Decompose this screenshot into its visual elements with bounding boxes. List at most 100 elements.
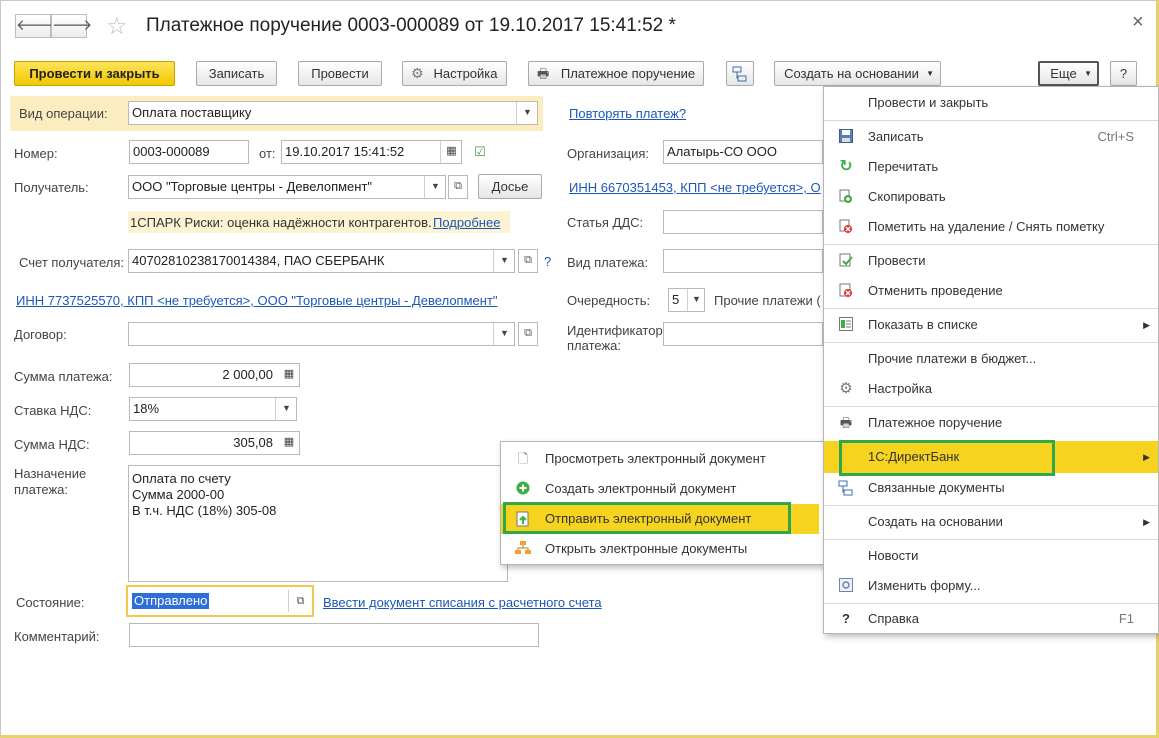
number-field[interactable]: 0003-000089 <box>129 140 249 164</box>
menu-item-label: Новости <box>868 548 919 563</box>
menu-item-label: Изменить форму... <box>868 578 981 593</box>
open-state-icon[interactable]: ⧉ <box>288 590 312 612</box>
payment-type-label: Вид платежа: <box>567 255 649 270</box>
repeat-payment-link[interactable]: Повторять платеж? <box>569 106 686 121</box>
printer-icon: 🖶 <box>537 66 550 81</box>
write-off-document-link[interactable]: Ввести документ списания с расчетного сч… <box>323 595 602 610</box>
vat-amount-field[interactable]: 305,08 ▦ <box>129 431 300 455</box>
recipient-account-select[interactable]: 40702810238170014384, ПАО СБЕРБАНК ▼ <box>128 249 515 273</box>
chevron-down-icon[interactable]: ▼ <box>493 250 514 272</box>
chevron-down-icon[interactable]: ▼ <box>493 323 514 345</box>
menu-item-view-edoc[interactable]: 🗋 Просмотреть электронный документ <box>501 444 825 474</box>
budget-payments-text: Прочие платежи ( <box>714 293 821 308</box>
state-field[interactable]: Отправлено ⧉ <box>126 585 314 617</box>
priority-select[interactable]: 5 ▼ <box>668 288 705 312</box>
favorite-star-icon[interactable]: ☆ <box>106 12 128 41</box>
post-and-close-button[interactable]: Провести и закрыть <box>14 61 175 86</box>
structure-icon <box>838 480 854 496</box>
date-value: 19.10.2017 15:41:52 <box>285 144 405 159</box>
vat-rate-value: 18% <box>133 401 160 416</box>
purpose-textarea[interactable]: Оплата по счету Сумма 2000-00 В т.ч. НДС… <box>128 465 508 582</box>
structure-button[interactable] <box>726 61 754 86</box>
menu-item-label: Провести и закрыть <box>868 95 989 110</box>
contract-select[interactable]: ▼ <box>128 322 515 346</box>
back-button[interactable]: 🡐 <box>15 14 56 38</box>
recipient-value: ООО "Торговые центры - Девелопмент" <box>132 179 373 194</box>
menu-item-label: Открыть электронные документы <box>545 541 748 556</box>
menu-item-post-close[interactable]: Провести и закрыть <box>824 88 1158 118</box>
payment-type-field[interactable] <box>663 249 823 273</box>
menu-item-news[interactable]: Новости <box>824 541 1158 571</box>
calculator-icon[interactable]: ▦ <box>278 364 299 386</box>
menu-item-create-edoc[interactable]: Создать электронный документ <box>501 474 825 504</box>
save-icon <box>838 129 854 145</box>
menu-item-copy[interactable]: Скопировать <box>824 182 1158 212</box>
chevron-down-icon[interactable]: ▼ <box>424 176 445 198</box>
menu-item-payment-order[interactable]: 🖶 Платежное поручение <box>824 408 1158 438</box>
chevron-right-icon: ▶ <box>1143 517 1150 527</box>
menu-item-unpost[interactable]: Отменить проведение <box>824 276 1158 306</box>
structure-icon <box>732 66 747 82</box>
menu-item-reread[interactable]: ↻ Перечитать <box>824 152 1158 182</box>
save-button[interactable]: Записать <box>196 61 277 86</box>
vat-rate-select[interactable]: 18% ▼ <box>129 397 297 421</box>
menu-item-label: Отменить проведение <box>868 283 1003 298</box>
help-question-icon[interactable]: ? <box>544 254 551 269</box>
menu-item-help[interactable]: ? Справка F1 <box>824 604 1158 634</box>
chevron-right-icon: ▶ <box>1143 320 1150 330</box>
post-button[interactable]: Провести <box>298 61 382 86</box>
menu-item-mark-delete[interactable]: Пометить на удаление / Снять пометку <box>824 212 1158 242</box>
date-label: от: <box>259 146 276 161</box>
purpose-label: Назначение платежа: <box>14 466 86 498</box>
identifier-field[interactable] <box>663 322 823 346</box>
more-button[interactable]: Еще ▼ <box>1038 61 1099 86</box>
documents-tree-icon <box>515 541 531 557</box>
priority-value: 5 <box>672 292 680 307</box>
menu-item-show-in-list[interactable]: Показать в списке ▶ <box>824 310 1158 340</box>
menu-item-open-edocs[interactable]: Открыть электронные документы <box>501 534 825 564</box>
payment-order-print-button[interactable]: 🖶 Платежное поручение <box>528 61 704 86</box>
checkmark-doc-icon[interactable]: ☑ <box>474 144 486 160</box>
help-button[interactable]: ? <box>1110 61 1137 86</box>
calendar-icon[interactable]: ▦ <box>440 141 461 163</box>
dossier-button[interactable]: Досье <box>478 174 542 199</box>
create-based-on-label: Создать на основании <box>784 66 919 81</box>
open-contract-icon[interactable]: ⧉ <box>518 322 538 346</box>
settings-button[interactable]: ⚙ Настройка <box>402 61 507 86</box>
purpose-line: В т.ч. НДС (18%) 305-08 <box>132 503 277 518</box>
organization-field[interactable]: Алатырь-СО ООО <box>663 140 823 164</box>
dds-field[interactable] <box>663 210 823 234</box>
menu-item-change-form[interactable]: Изменить форму... <box>824 571 1158 601</box>
close-icon[interactable]: × <box>1132 11 1144 34</box>
menu-item-label: Связанные документы <box>868 480 1005 495</box>
forward-button[interactable]: 🡒 <box>51 14 92 38</box>
menu-item-settings[interactable]: ⚙ Настройка <box>824 374 1158 404</box>
menu-separator <box>824 120 1158 121</box>
menu-item-save[interactable]: Записать Ctrl+S <box>824 122 1158 152</box>
open-recipient-icon[interactable]: ⧉ <box>448 175 468 199</box>
menu-item-label: Показать в списке <box>868 317 978 332</box>
recipient-inn-link[interactable]: ИНН 7737525570, КПП <не требуется>, ООО … <box>16 293 498 308</box>
chevron-down-icon[interactable]: ▼ <box>687 289 704 311</box>
vat-amount-value: 305,08 <box>233 435 273 450</box>
spark-more-link[interactable]: Подробнее <box>433 215 500 230</box>
recipient-label: Получатель: <box>14 180 89 195</box>
chevron-down-icon[interactable]: ▼ <box>516 102 537 124</box>
open-account-icon[interactable]: ⧉ <box>518 249 538 273</box>
recipient-select[interactable]: ООО "Торговые центры - Девелопмент" ▼ <box>128 175 446 199</box>
date-field[interactable]: 19.10.2017 15:41:52 ▦ <box>281 140 462 164</box>
chevron-down-icon[interactable]: ▼ <box>275 398 296 420</box>
amount-field[interactable]: 2 000,00 ▦ <box>129 363 300 387</box>
menu-item-create-based-on[interactable]: Создать на основании ▶ <box>824 507 1158 537</box>
create-based-on-button[interactable]: Создать на основании ▼ <box>774 61 941 86</box>
comment-field[interactable] <box>129 623 539 647</box>
post-icon <box>838 253 854 269</box>
state-label: Состояние: <box>16 595 85 610</box>
menu-item-budget-payments[interactable]: Прочие платежи в бюджет... <box>824 344 1158 374</box>
menu-item-related-docs[interactable]: Связанные документы <box>824 473 1158 503</box>
calculator-icon[interactable]: ▦ <box>278 432 299 454</box>
menu-item-post[interactable]: Провести <box>824 246 1158 276</box>
operation-type-select[interactable]: Оплата поставщику ▼ <box>128 101 538 125</box>
organization-inn-link[interactable]: ИНН 6670351453, КПП <не требуется>, О <box>569 180 821 195</box>
copy-icon <box>838 189 854 205</box>
